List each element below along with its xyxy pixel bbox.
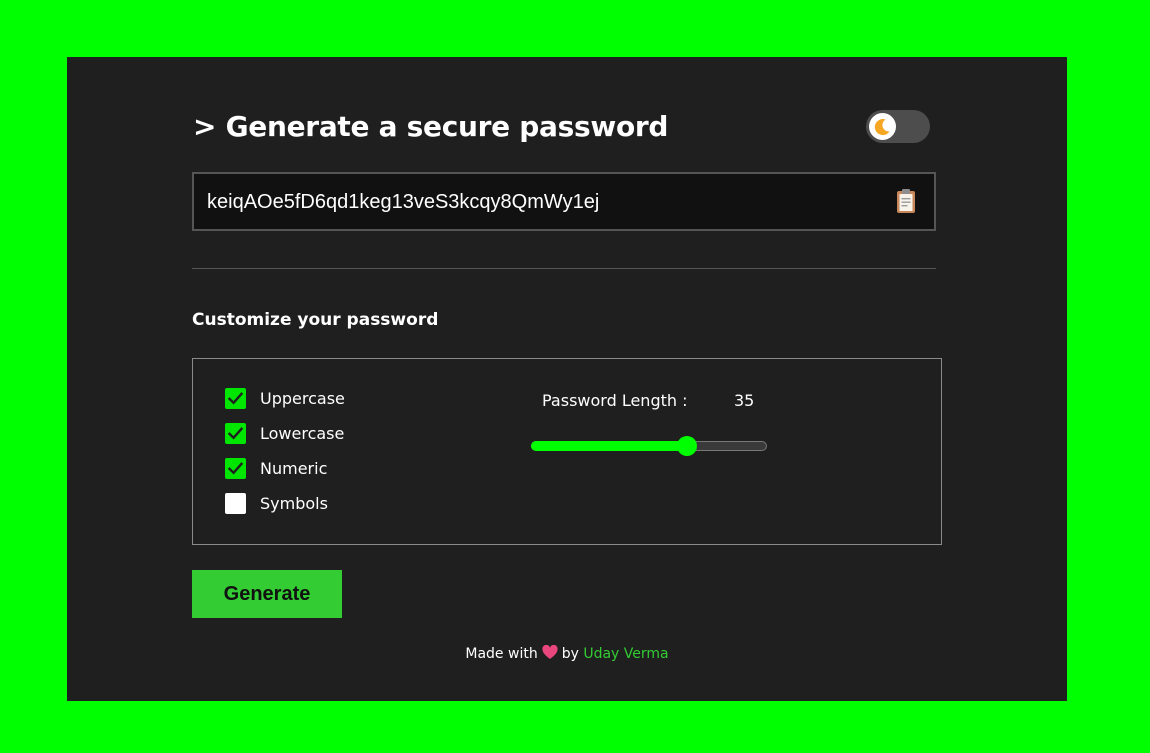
numeric-checkbox[interactable] [225,458,246,479]
customize-title: Customize your password [192,310,439,330]
author-link[interactable]: Uday Verma [583,646,668,662]
option-label: Uppercase [260,389,345,408]
option-label: Lowercase [260,424,345,443]
footer: Made with by Uday Verma [67,644,1067,666]
slider-fill [531,441,687,451]
option-label: Symbols [260,494,328,513]
password-text[interactable]: keiqAOe5fD6qd1keg13veS3kcqy8QmWy1ej [207,190,599,214]
generate-button[interactable]: Generate [192,570,342,618]
password-length-label: Password Length : [542,391,688,410]
password-length-slider[interactable] [531,436,767,456]
divider [192,268,936,269]
customize-panel: Uppercase Lowercase Numeric Symbols Pass… [192,358,942,545]
checkmark-icon [227,427,244,440]
uppercase-checkbox[interactable] [225,388,246,409]
moon-icon [874,119,890,136]
checkmark-icon [227,392,244,405]
footer-made-with: Made with [465,646,538,662]
theme-toggle[interactable] [866,110,930,143]
copy-password-button[interactable] [894,188,918,214]
page-title: > Generate a secure password [193,110,669,143]
symbols-checkbox[interactable] [225,493,246,514]
slider-thumb[interactable] [677,436,697,456]
password-length-value: 35 [734,391,755,410]
theme-toggle-knob [869,113,896,140]
password-output[interactable]: keiqAOe5fD6qd1keg13veS3kcqy8QmWy1ej [192,172,936,231]
footer-by: by [561,646,579,662]
heart-icon [542,644,558,666]
checkmark-icon [227,462,244,475]
password-generator-card: > Generate a secure password keiqAOe5fD6… [67,57,1067,701]
lowercase-checkbox[interactable] [225,423,246,444]
clipboard-icon [897,189,915,213]
option-label: Numeric [260,459,328,478]
